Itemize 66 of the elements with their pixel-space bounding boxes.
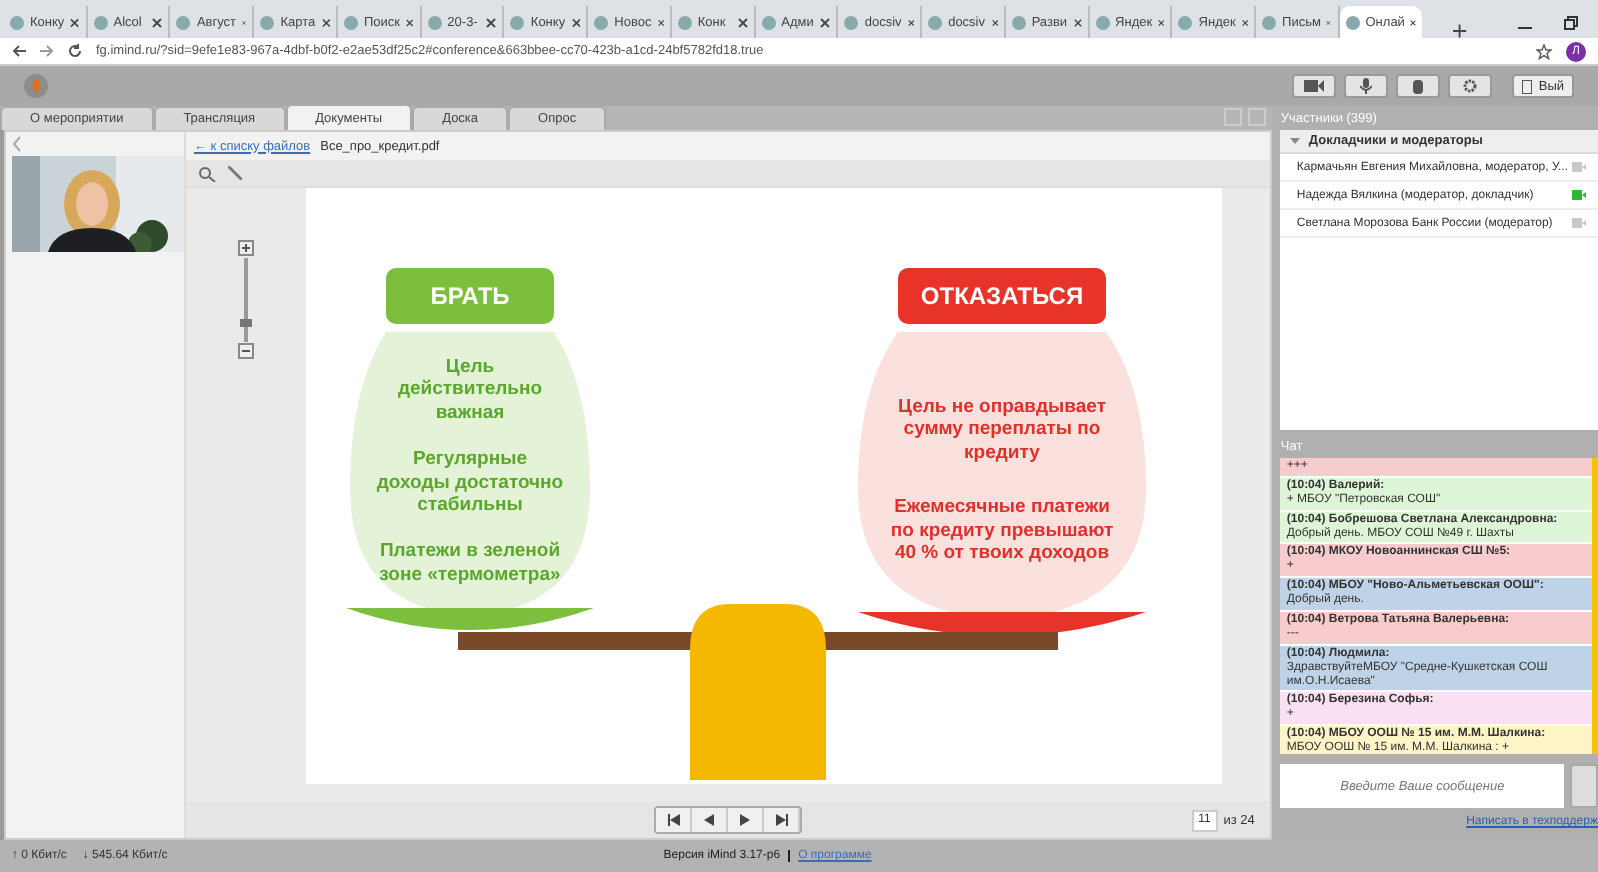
gear-icon bbox=[1462, 78, 1479, 94]
favicon-icon bbox=[10, 15, 24, 29]
camera-button[interactable] bbox=[1292, 74, 1337, 98]
favicon-icon bbox=[677, 15, 692, 29]
favicon-icon bbox=[844, 15, 859, 29]
caret-icon bbox=[1290, 136, 1301, 146]
slide-text: Платежи в зеленой зоне «термометра» bbox=[377, 540, 563, 587]
favicon-icon bbox=[260, 15, 275, 29]
close-icon[interactable] bbox=[657, 17, 664, 27]
microphone-button[interactable] bbox=[1344, 74, 1389, 98]
favicon-icon bbox=[510, 15, 525, 29]
zoom-icon[interactable] bbox=[198, 165, 216, 181]
first-page-button[interactable] bbox=[656, 808, 693, 832]
favicon-icon bbox=[343, 15, 358, 29]
zoom-slider[interactable] bbox=[238, 240, 254, 360]
favicon-icon bbox=[93, 15, 108, 29]
forward-icon[interactable] bbox=[40, 44, 54, 58]
slide-heading: ОТКАЗАТЬСЯ bbox=[918, 282, 1086, 310]
first-page-icon bbox=[667, 814, 680, 826]
favicon-icon bbox=[1345, 15, 1360, 29]
favicon-icon bbox=[594, 15, 609, 29]
last-page-button[interactable] bbox=[764, 808, 801, 832]
slide-text: Ежемесячные платежи по кредиту превышают 40 % от твоих доходов bbox=[890, 496, 1114, 565]
favicon-icon bbox=[1011, 15, 1026, 29]
favicon-icon bbox=[1262, 15, 1277, 29]
slide-heading: БРАТЬ bbox=[428, 282, 512, 310]
close-icon[interactable] bbox=[737, 17, 748, 27]
restore-button[interactable] bbox=[1564, 16, 1579, 30]
logo-icon bbox=[24, 74, 48, 98]
close-icon[interactable] bbox=[571, 17, 581, 27]
last-page-icon bbox=[775, 814, 788, 826]
favicon-icon bbox=[1178, 15, 1193, 29]
star-icon[interactable] bbox=[1536, 43, 1552, 59]
favicon-icon bbox=[1095, 15, 1110, 29]
close-icon[interactable] bbox=[152, 17, 163, 27]
close-icon[interactable] bbox=[1410, 17, 1417, 27]
reload-icon[interactable] bbox=[68, 44, 82, 58]
hand-button[interactable] bbox=[1396, 74, 1441, 98]
next-page-button[interactable] bbox=[728, 808, 765, 832]
close-icon[interactable] bbox=[820, 17, 831, 27]
back-icon[interactable] bbox=[12, 44, 26, 58]
close-icon[interactable] bbox=[321, 17, 330, 27]
close-icon[interactable] bbox=[70, 17, 80, 27]
next-icon bbox=[740, 814, 751, 826]
close-icon[interactable] bbox=[405, 17, 414, 27]
close-icon[interactable] bbox=[486, 17, 497, 27]
slider-thumb[interactable] bbox=[240, 319, 252, 327]
favicon-icon bbox=[928, 15, 943, 29]
pen-icon[interactable] bbox=[228, 166, 242, 180]
favicon-icon bbox=[427, 15, 442, 29]
settings-button[interactable] bbox=[1448, 74, 1493, 98]
previous-page-button[interactable] bbox=[692, 808, 729, 832]
slide-text: Цель не оправдывает сумму переплаты по кредиту bbox=[896, 396, 1108, 465]
close-icon[interactable] bbox=[991, 17, 998, 27]
favicon-icon bbox=[176, 15, 191, 29]
door-icon bbox=[1522, 79, 1533, 93]
previous-icon bbox=[704, 814, 715, 826]
close-icon[interactable] bbox=[1241, 17, 1249, 27]
favicon-icon bbox=[761, 15, 776, 29]
slide-text: Регулярные доходы достаточно стабильны bbox=[374, 448, 566, 517]
close-icon[interactable] bbox=[1073, 17, 1082, 27]
close-icon[interactable] bbox=[1158, 17, 1165, 27]
close-icon[interactable] bbox=[907, 17, 915, 27]
camera-icon bbox=[1304, 80, 1325, 92]
slide-text: Цель действительно важная bbox=[395, 356, 545, 425]
microphone-icon bbox=[1360, 78, 1373, 94]
